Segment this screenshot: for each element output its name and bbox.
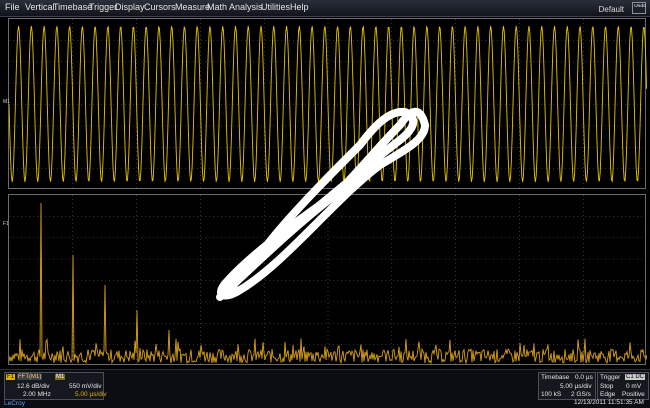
timebase-box[interactable]: Timebase 0.0 µs 5.00 µs/div 100 kS 2 GS/… xyxy=(538,372,596,400)
menu-help[interactable]: Help xyxy=(290,2,309,12)
lower-fft-grid[interactable]: F1 xyxy=(3,194,647,366)
trigger-icons: C1 DC xyxy=(625,374,646,380)
timebase-label: Timebase xyxy=(541,374,570,381)
menu-display[interactable]: Display xyxy=(115,2,145,12)
fft-tag: FFT(M1) xyxy=(17,374,43,380)
f1-tag: F1 xyxy=(6,374,16,380)
trigger-mode: Stop xyxy=(600,383,614,390)
trigger-label: Trigger xyxy=(600,374,621,381)
datetime: 12/13/2011 11:51:35 AM xyxy=(574,399,644,406)
bottom-left-logo: LeCroy xyxy=(4,400,25,407)
menu-bar: File Vertical Timebase Trigger Display Cursor… xyxy=(0,0,650,17)
m1-scale: 550 mV/div xyxy=(69,383,102,390)
menu-trigger[interactable]: Trigger xyxy=(89,2,117,12)
default-setup-label[interactable]: Default xyxy=(599,5,624,14)
sine-trace xyxy=(9,25,647,183)
menu-math[interactable]: Math xyxy=(207,2,227,12)
m1-tag: M1 xyxy=(55,374,66,380)
fft-freq: 2.00 MHz xyxy=(23,391,51,398)
fft-descriptor-box[interactable]: F1 FFT(M1) 12.6 dB/div 2.00 MHz M1 550 m… xyxy=(4,372,107,400)
lower-fft-svg xyxy=(9,195,647,366)
menu-analysis[interactable]: Analysis xyxy=(229,2,263,12)
menu-measure[interactable]: Measure xyxy=(175,2,210,12)
undo-label: Undo xyxy=(634,3,646,9)
upper-waveform-svg xyxy=(9,19,647,190)
trigger-slope: Positive xyxy=(622,391,645,398)
menu-timebase[interactable]: Timebase xyxy=(53,2,92,12)
undo-button[interactable]: Undo xyxy=(632,2,646,14)
trigger-box[interactable]: Trigger C1 DC Stop 0 mV Edge Positive xyxy=(597,372,649,400)
timebase-div: 5.00 µs/div xyxy=(560,383,592,390)
trigger-type: Edge xyxy=(600,391,616,398)
upper-channel-marker: M1 xyxy=(3,99,10,105)
timebase-delay: 0.0 µs xyxy=(575,374,593,381)
menu-cursors[interactable]: Cursors xyxy=(144,2,176,12)
status-bar: F1 FFT(M1) 12.6 dB/div 2.00 MHz M1 550 m… xyxy=(0,369,650,408)
menu-file[interactable]: File xyxy=(5,2,20,12)
timebase-samples: 100 kS xyxy=(541,391,562,398)
timebase-rate: 2 GS/s xyxy=(571,391,591,398)
menu-utilities[interactable]: Utilities xyxy=(261,2,290,12)
trigger-level: 0 mV xyxy=(626,383,642,390)
lower-channel-marker: F1 xyxy=(3,221,9,227)
upper-waveform-grid[interactable]: M1 xyxy=(3,18,647,190)
fft-scale: 12.6 dB/div xyxy=(17,383,50,390)
m1-time: 5.00 µs/div xyxy=(75,391,107,398)
menu-vertical[interactable]: Vertical xyxy=(25,2,55,12)
